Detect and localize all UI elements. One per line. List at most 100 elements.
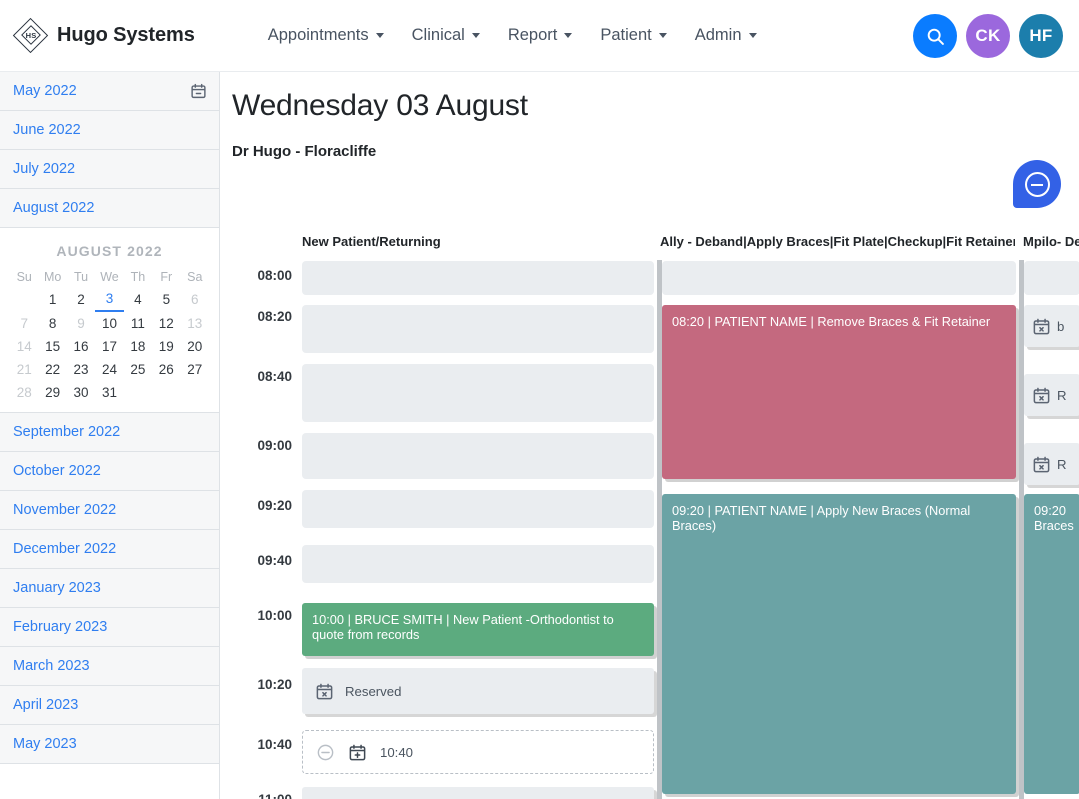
calendar-plus-icon[interactable] [348,743,367,762]
minus-circle-icon[interactable] [316,743,335,762]
reserved-slot[interactable]: R [1024,374,1079,416]
avatar-ck-initials: CK [975,26,1001,45]
mini-calendar-day-14[interactable]: 14 [10,335,38,358]
mini-calendar-day-21[interactable]: 21 [10,358,38,381]
sidebar-month-label: May 2022 [13,83,77,99]
brand-name: Hugo Systems [57,24,195,46]
empty-slot[interactable] [302,364,654,422]
empty-slot[interactable] [662,261,1016,295]
appointment-block[interactable]: 10:00 | BRUCE SMITH | New Patient -Ortho… [302,603,654,656]
mini-calendar-day-19[interactable]: 19 [152,335,180,358]
empty-slot[interactable] [302,261,654,295]
appointment-block[interactable]: 09:20 | PATIENT NAME | Apply New Braces … [662,494,1016,794]
mini-calendar-day-16[interactable]: 16 [67,335,95,358]
sidebar-month-june-2022[interactable]: June 2022 [0,111,219,150]
mini-calendar-day-13[interactable]: 13 [181,311,209,335]
time-label-1100: 11:00 [232,792,292,799]
reserved-slot[interactable]: Reserved [302,787,654,799]
mini-calendar-day-10[interactable]: 10 [95,311,123,335]
schedule-grid: 08:00 08:20 08:40 09:00 09:20 09:40 10:0… [220,260,1079,799]
time-label-1020: 10:20 [257,677,292,692]
appointment-block[interactable]: 09:20 Braces [1024,494,1079,794]
time-label-0840: 08:40 [257,369,292,384]
new-appointment-slot[interactable]: 10:40 [302,730,654,774]
menu-item-appointments[interactable]: Appointments [254,18,398,53]
month-sidebar[interactable]: May 2022 June 2022 July 2022 August 2022… [0,72,220,799]
mini-calendar-day-15[interactable]: 15 [38,335,66,358]
sidebar-month-november-2022[interactable]: November 2022 [0,491,219,530]
menu-item-report[interactable]: Report [494,18,587,53]
mini-calendar-day-12[interactable]: 12 [152,311,180,335]
mini-calendar-day-4[interactable]: 4 [124,287,152,311]
collapse-sidebar-button[interactable] [1013,160,1061,208]
reserved-slot[interactable]: b [1024,305,1079,347]
menu-item-clinical[interactable]: Clinical [398,18,494,53]
mini-calendar-week-row: 123456 [10,287,209,312]
sidebar-month-july-2022[interactable]: July 2022 [0,150,219,189]
page-title: Wednesday 03 August [232,89,528,122]
mini-calendar-day-7[interactable]: 7 [10,311,38,335]
brand-logo[interactable]: HS Hugo Systems [12,17,195,53]
mini-calendar-week-row: 7 8 9 10 11 12 13 [10,311,209,335]
mini-calendar-day-20[interactable]: 20 [181,335,209,358]
empty-slot[interactable] [302,490,654,528]
sidebar-month-december-2022[interactable]: December 2022 [0,530,219,569]
mini-calendar-day-27[interactable]: 27 [181,358,209,381]
mini-calendar-day-8[interactable]: 8 [38,311,66,335]
sidebar-month-april-2023[interactable]: April 2023 [0,686,219,725]
top-navbar: HS Hugo Systems Appointments Clinical Re… [0,0,1079,72]
mini-calendar-day-30[interactable]: 30 [67,381,95,404]
calendar-x-icon [315,682,334,701]
sidebar-month-march-2023[interactable]: March 2023 [0,647,219,686]
menu-item-patient[interactable]: Patient [586,18,680,53]
mini-calendar-day-2[interactable]: 2 [67,287,95,311]
avatar-ck[interactable]: CK [966,14,1010,58]
mini-calendar-day-25[interactable]: 25 [124,358,152,381]
mini-calendar-day-24[interactable]: 24 [95,358,123,381]
mini-calendar-day-5[interactable]: 5 [152,287,180,311]
mini-calendar-day-17[interactable]: 17 [95,335,123,358]
empty-slot[interactable] [302,305,654,353]
sidebar-month-august-2022[interactable]: August 2022 [0,189,219,228]
avatar-hf[interactable]: HF [1019,14,1063,58]
mini-calendar[interactable]: AUGUST 2022 Su Mo Tu We Th Fr Sa 1234567… [0,228,219,413]
mini-calendar-day-empty [10,287,38,311]
search-button[interactable] [913,14,957,58]
sidebar-month-may-2023[interactable]: May 2023 [0,725,219,764]
mini-calendar-day-3[interactable]: 3 [95,287,124,312]
mini-calendar-body: 1 2 3 4 5 6 7 8 9 10 11 12 13 14 15 16 17 18 19 20 21 22 23 24 2… [10,287,209,404]
mini-calendar-day-23[interactable]: 23 [67,358,95,381]
mini-calendar-day-18[interactable]: 18 [124,335,152,358]
main-menu: Appointments Clinical Report Patient Adm… [254,18,771,53]
menu-label-patient: Patient [600,26,652,44]
mini-calendar-day-26[interactable]: 26 [152,358,180,381]
sidebar-month-september-2022[interactable]: September 2022 [0,413,219,452]
sidebar-month-october-2022[interactable]: October 2022 [0,452,219,491]
appointment-block[interactable]: 08:20 | PATIENT NAME | Remove Braces & F… [662,305,1016,479]
reserved-slot[interactable]: Reserved [302,668,654,714]
sidebar-month-february-2023[interactable]: February 2023 [0,608,219,647]
mini-calendar-day-29[interactable]: 29 [38,381,66,404]
mini-calendar-day-11[interactable]: 11 [124,311,152,335]
chevron-down-icon [748,33,757,38]
empty-slot[interactable] [302,545,654,583]
mini-calendar-day-31[interactable]: 31 [95,381,123,404]
mini-calendar-day-1[interactable]: 1 [38,287,66,311]
mini-calendar-day-9[interactable]: 9 [67,311,95,335]
sidebar-month-may-2022[interactable]: May 2022 [0,72,219,111]
sidebar-month-label: January 2023 [13,580,101,596]
mini-calendar-day-28[interactable]: 28 [10,381,38,404]
time-label-0820: 08:20 [257,309,292,324]
mini-calendar-day-22[interactable]: 22 [38,358,66,381]
mini-calendar-day-6[interactable]: 6 [181,287,209,311]
menu-item-admin[interactable]: Admin [681,18,771,53]
sidebar-month-january-2023[interactable]: January 2023 [0,569,219,608]
mini-calendar-week-row: 21 22 23 24 25 26 27 [10,358,209,381]
doctor-location-label: Dr Hugo - Floracliffe [232,143,377,160]
hugo-diamond-icon: HS [12,17,49,53]
empty-slot[interactable] [302,433,654,479]
reserved-slot[interactable]: R [1024,443,1079,485]
calendar-collapse-icon[interactable] [190,83,207,100]
empty-slot[interactable] [1024,261,1079,295]
column-header-new-patient-returning: New Patient/Returning [302,234,441,249]
